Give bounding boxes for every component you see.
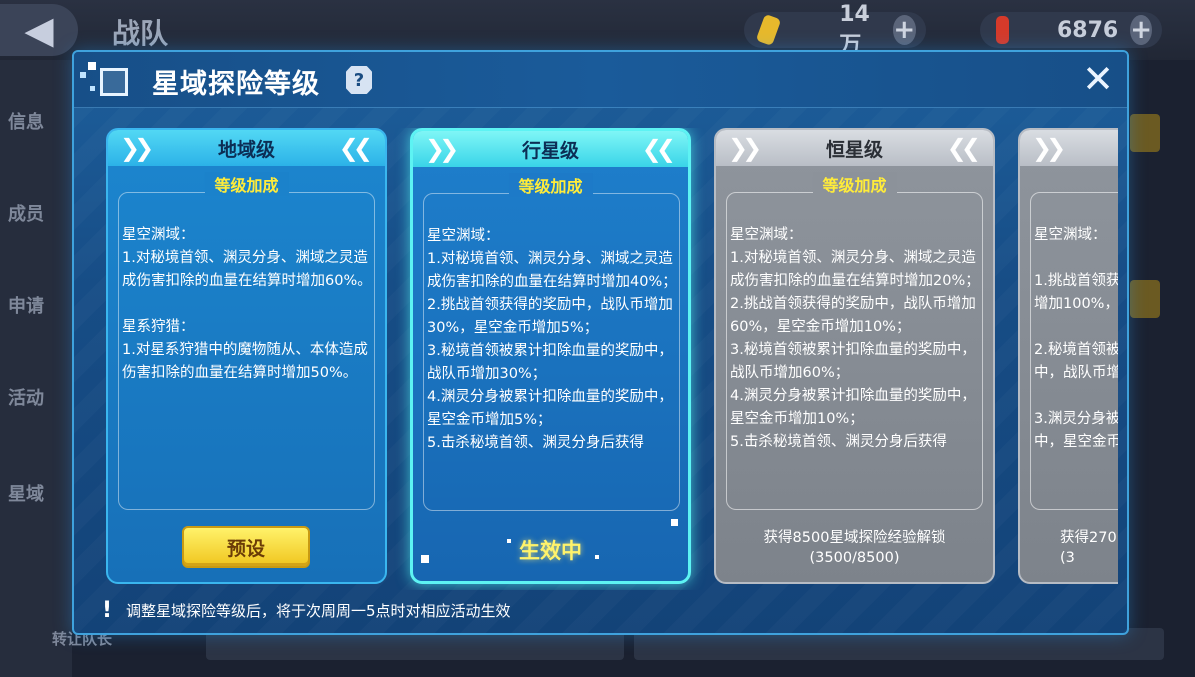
double-chevron-right-icon: ❯❯ [425,135,459,163]
footer-notice: ! 调整星域探险等级后，将于次周周一5点时对相应活动生效 [101,597,511,623]
side-menu: 信息 成员 申请 活动 星域 转让队长 [0,60,112,677]
footer-notice-text: 调整星域探险等级后，将于次周周一5点时对相应活动生效 [126,601,511,620]
bonus-title: 等级加成 [204,172,289,196]
unlock-progress: (3 [1060,550,1075,566]
bonus-title: 等级加成 [812,172,897,196]
screen-title: 战队 [112,17,169,50]
bonus-title: 等级加成 [508,173,593,197]
bonus-description: 星空渊域： 1.对秘境首领、渊灵分身、渊域之灵造成伤害扣除的血量在结算时增加20… [730,227,980,450]
side-menu-item[interactable]: 星域 [8,480,44,506]
help-icon[interactable]: ? [346,66,372,94]
card-header: ❯❯ 恒星级 ❮❮ [716,130,993,166]
crystal-icon [996,16,1009,44]
unlock-requirement: 获得270 (3 [1060,528,1118,568]
double-chevron-right-icon: ❯❯ [120,134,154,162]
unlock-text: 获得270 [1060,530,1117,546]
dialog-title: 星域探险等级 [152,69,320,100]
side-menu-item[interactable]: 成员 [8,200,44,226]
add-gold-button[interactable]: + [892,15,917,45]
side-menu-item[interactable]: 活动 [8,384,44,410]
unlock-text: 获得8500星域探险经验解锁 [763,530,946,546]
sparkle-icon [671,519,678,526]
bonus-description: 星空渊域： 1.挑战首领获 增加100%， 2.秘境首领被 中，战队币增 3.渊… [1034,227,1118,450]
level-card-star[interactable]: ❯❯ 恒星级 ❮❮ 等级加成 星空渊域： 1.对秘境首领、渊灵分身、渊域之灵造成… [714,128,995,584]
preset-button[interactable]: 预设 [182,526,310,568]
side-menu-item[interactable]: 申请 [8,292,44,318]
dialog-header: 星域探险等级 ? ✕ [74,52,1127,108]
bg-side-button [1130,114,1160,152]
star-domain-level-dialog: 星域探险等级 ? ✕ ❯❯ 地域级 ❮❮ 等级加成 星空渊域： 1.对秘境首领、… [72,50,1129,635]
level-card-planet[interactable]: ❯❯ 行星级 ❮❮ 等级加成 星空渊域： 1.对秘境首领、渊灵分身、渊域之灵造成… [410,128,691,584]
level-cards-list[interactable]: ❯❯ 地域级 ❮❮ 等级加成 星空渊域： 1.对秘境首领、渊灵分身、渊域之灵造成… [104,128,1118,590]
gem-value: 6876 [1056,17,1119,43]
bonus-description: 星空渊域： 1.对秘境首领、渊灵分身、渊域之灵造成伤害扣除的血量在结算时增加60… [122,227,372,381]
level-card-region[interactable]: ❯❯ 地域级 ❮❮ 等级加成 星空渊域： 1.对秘境首领、渊灵分身、渊域之灵造成… [106,128,387,584]
add-gem-button[interactable]: + [1130,15,1152,45]
unlock-progress: (3500/8500) [809,550,900,566]
card-level-name: 恒星级 [825,138,883,161]
back-arrow-icon: ◀ [24,8,54,52]
double-chevron-left-icon: ❮❮ [338,134,373,162]
gold-currency: 14万 + [744,2,926,58]
sparkle-icon [421,555,429,563]
close-icon[interactable]: ✕ [1080,60,1116,98]
double-chevron-left-icon: ❮❮ [946,134,981,162]
card-header: ❯❯ [1020,130,1118,166]
back-button[interactable]: ◀ [0,4,78,56]
exclamation-icon: ! [101,597,113,623]
double-chevron-left-icon: ❮❮ [641,135,676,163]
sparkle-icon [507,539,511,543]
bg-side-button [1130,280,1160,318]
card-header: ❯❯ 地域级 ❮❮ [108,130,385,166]
double-chevron-right-icon: ❯❯ [728,134,762,162]
gem-currency: 6876 + [980,12,1162,48]
card-header: ❯❯ 行星级 ❮❮ [413,131,688,167]
bonus-description: 星空渊域： 1.对秘境首领、渊灵分身、渊域之灵造成伤害扣除的血量在结算时增加40… [427,228,677,451]
header-decoration-icon [80,58,134,104]
double-chevron-right-icon: ❯❯ [1032,134,1066,162]
level-card-next[interactable]: ❯❯ 星空渊域： 1.挑战首领获 增加100%， 2.秘境首领被 中，战队币增 … [1018,128,1118,584]
side-menu-item[interactable]: 信息 [8,108,44,134]
active-status-label: 生效中 [519,539,582,563]
sparkle-icon [595,555,599,559]
card-level-name: 行星级 [521,139,579,162]
coin-icon [755,13,782,47]
unlock-requirement: 获得8500星域探险经验解锁 (3500/8500) [716,528,993,568]
card-level-name: 地域级 [217,138,275,161]
